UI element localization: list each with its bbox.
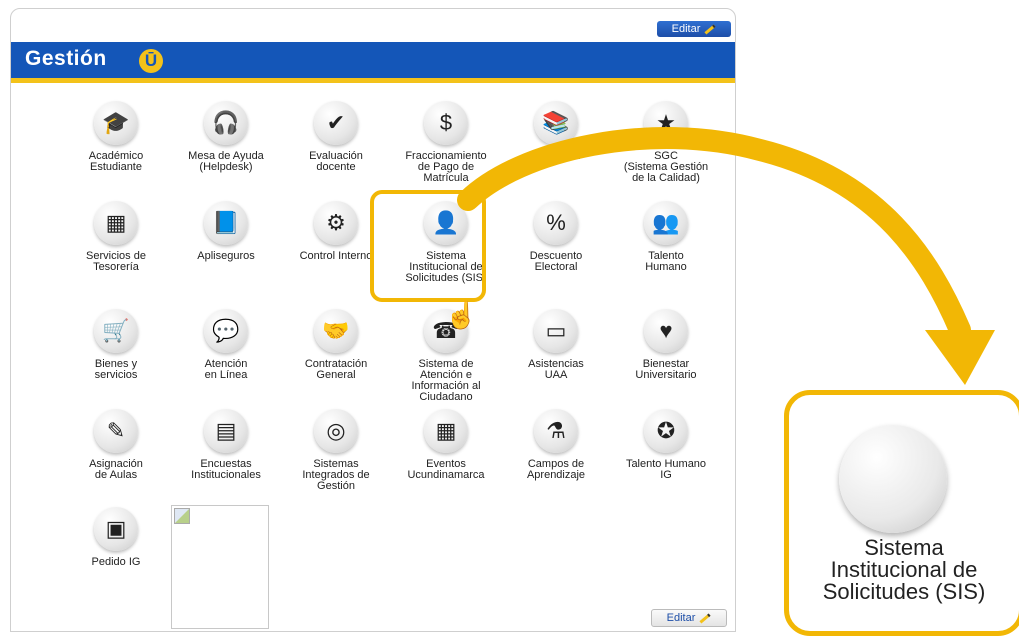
desk-user-icon — [839, 425, 947, 533]
callout-label: Sistema Institucional de Solicitudes (SI… — [822, 535, 986, 604]
sis-callout: Sistema Institucional de Solicitudes (SI… — [784, 390, 1019, 636]
